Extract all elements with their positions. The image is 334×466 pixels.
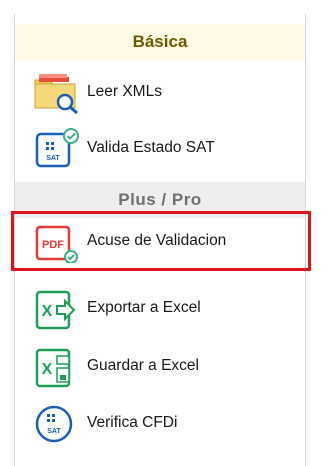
menu-item-label: Guardar a Excel (87, 357, 199, 374)
folder-search-icon (33, 72, 81, 115)
menu-item-verifica-cfdi[interactable]: SAT Verifica CFDi (15, 397, 305, 449)
menu-item-leer-xmls[interactable]: Leer XMLs (15, 66, 305, 118)
menu-item-label: Leer XMLs (87, 83, 162, 100)
menu-item-exportar-a-excel[interactable]: X Exportar a Excel (15, 282, 305, 334)
excel-x-text: X (42, 303, 53, 320)
sat-text: SAT (46, 155, 60, 162)
menu-item-guardar-a-excel[interactable]: X Guardar a Excel (15, 340, 305, 392)
sat-circle-icon: SAT (33, 403, 81, 445)
menu-item-label: Exportar a Excel (87, 299, 201, 316)
menu-item-label: Verifica CFDi (87, 414, 178, 431)
section-header-basica: Básica (15, 24, 305, 60)
menu-item-label: Valida Estado SAT (87, 139, 215, 156)
excel-x-text: X (42, 361, 53, 378)
selection-highlight (11, 211, 311, 271)
sat-check-icon: SAT (33, 128, 81, 170)
sat-text: SAT (47, 428, 61, 435)
excel-save-icon: X (33, 346, 81, 388)
excel-export-icon: X (33, 288, 81, 330)
menu-item-valida-estado-sat[interactable]: SAT Valida Estado SAT (15, 122, 305, 174)
